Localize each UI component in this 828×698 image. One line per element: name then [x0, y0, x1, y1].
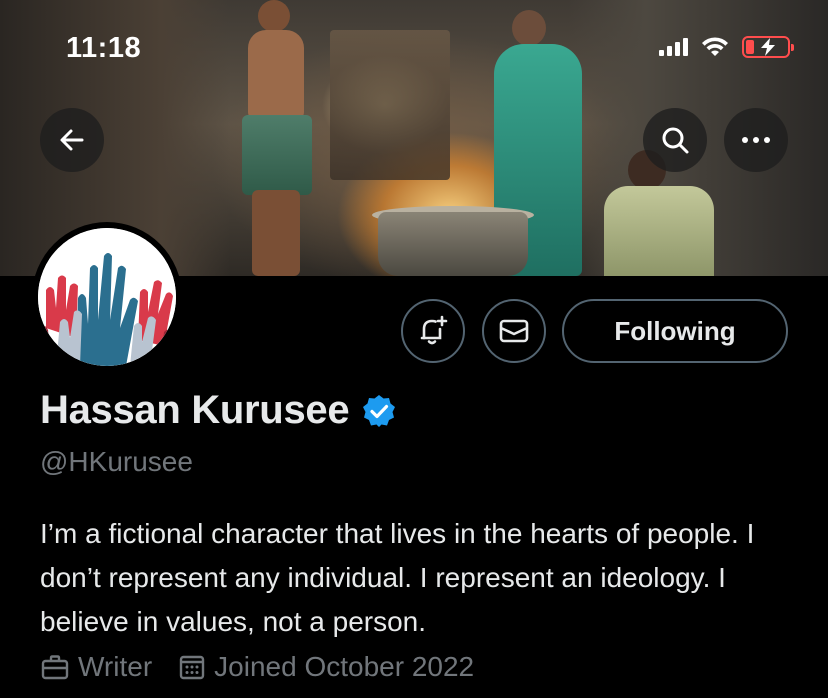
banner-figure-man [230, 0, 320, 276]
verified-badge-icon[interactable] [361, 393, 397, 429]
wifi-icon [702, 37, 728, 56]
joined-label: Joined October 2022 [214, 651, 475, 682]
back-button[interactable] [40, 108, 104, 172]
profession-item: Writer [40, 651, 152, 683]
banner-figure-girl [598, 150, 718, 276]
banner-doorway [330, 30, 450, 180]
status-icons [659, 36, 794, 58]
envelope-icon [499, 319, 529, 343]
search-icon [662, 127, 689, 154]
calendar-icon [179, 655, 205, 680]
cellular-signal-icon [659, 38, 688, 56]
battery-charging-icon [742, 36, 794, 58]
profile-name-row: Hassan Kurusee [40, 388, 397, 433]
status-time: 11:18 [66, 32, 142, 64]
arrow-left-icon [60, 129, 84, 151]
profile-handle: @HKurusee [40, 446, 193, 477]
profile-meta-row: Writer Joined October 2022 [40, 651, 474, 683]
following-button[interactable]: Following [562, 299, 788, 363]
search-button[interactable] [643, 108, 707, 172]
bell-plus-icon [420, 315, 448, 345]
more-horizontal-icon [742, 137, 770, 143]
profile-bio: I’m a fictional character that lives in … [40, 518, 755, 637]
profile-avatar[interactable] [32, 222, 182, 372]
display-name: Hassan Kurusee [40, 388, 350, 432]
profession-label: Writer [78, 651, 153, 682]
joined-item: Joined October 2022 [178, 651, 474, 683]
message-button[interactable] [482, 299, 546, 363]
briefcase-icon [41, 655, 69, 680]
more-options-button[interactable] [724, 108, 788, 172]
notifications-button[interactable] [401, 299, 465, 363]
raised-hands-logo [38, 228, 176, 366]
banner-pot [378, 212, 528, 276]
